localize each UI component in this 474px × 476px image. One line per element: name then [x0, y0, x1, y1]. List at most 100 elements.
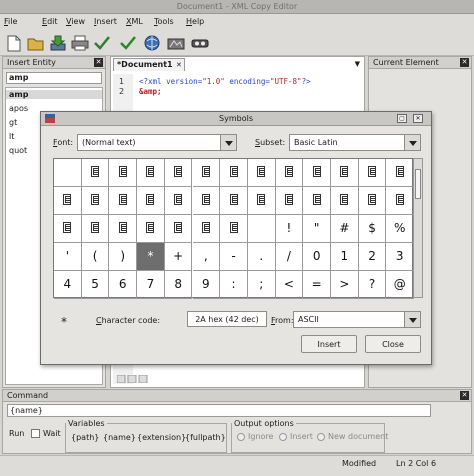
list-item[interactable]: quot — [9, 146, 27, 155]
symbol-cell[interactable]: # — [331, 215, 359, 243]
symbol-cell[interactable] — [358, 159, 387, 187]
symbol-grid-scrollbar[interactable] — [413, 158, 423, 298]
symbol-cell[interactable] — [247, 215, 276, 243]
symbol-cell[interactable]: = — [303, 271, 331, 299]
symbol-cell[interactable] — [331, 187, 359, 215]
symbol-cell[interactable] — [81, 187, 110, 215]
symbol-cell[interactable]: 0 — [303, 243, 331, 271]
close-icon[interactable]: ✕ — [413, 114, 423, 123]
dialog-title-bar[interactable]: Symbols ▢ ✕ — [41, 112, 431, 126]
menu-tools[interactable]: Tools — [154, 17, 174, 26]
symbol-cell[interactable]: " — [303, 215, 331, 243]
symbol-cell[interactable] — [358, 187, 387, 215]
symbol-cell[interactable] — [247, 159, 276, 187]
symbol-cell[interactable] — [109, 215, 138, 243]
symbol-cell[interactable] — [192, 187, 221, 215]
symbol-cell[interactable] — [137, 159, 165, 187]
close-icon[interactable]: ✕ — [94, 58, 103, 67]
symbol-cell[interactable]: * — [137, 243, 165, 271]
xslt-icon[interactable] — [166, 33, 186, 53]
symbol-cell[interactable] — [303, 159, 331, 187]
variable-name-button[interactable]: {name} — [103, 433, 136, 442]
browser-icon[interactable] — [142, 33, 162, 53]
menu-help[interactable]: Help — [186, 17, 204, 26]
chevron-down-icon[interactable] — [220, 134, 237, 151]
symbol-cell[interactable]: . — [247, 243, 276, 271]
symbol-cell[interactable] — [275, 187, 304, 215]
symbol-cell[interactable] — [192, 159, 221, 187]
symbol-cell[interactable] — [386, 159, 415, 187]
close-icon[interactable]: ✕ — [460, 391, 469, 400]
code-line[interactable]: &amp; — [139, 87, 162, 96]
symbol-cell[interactable] — [164, 215, 193, 243]
entity-filter-input[interactable]: amp — [6, 72, 102, 84]
symbol-cell[interactable]: : — [220, 271, 248, 299]
symbol-cell[interactable] — [164, 159, 193, 187]
symbol-cell[interactable]: $ — [358, 215, 387, 243]
open-file-icon[interactable] — [26, 33, 46, 53]
from-select[interactable]: ASCII — [293, 311, 421, 328]
insert-radio[interactable] — [279, 433, 287, 441]
ignore-radio[interactable] — [237, 433, 245, 441]
symbol-cell[interactable] — [220, 159, 248, 187]
new-file-icon[interactable] — [4, 33, 24, 53]
symbol-cell[interactable] — [109, 159, 138, 187]
variable-fullpath-button[interactable]: {fullpath} — [185, 433, 226, 442]
symbol-cell[interactable] — [331, 159, 359, 187]
list-item[interactable]: lt — [9, 132, 14, 141]
menu-view[interactable]: View — [66, 17, 85, 26]
xpath-icon[interactable] — [190, 33, 210, 53]
symbol-cell[interactable] — [275, 159, 304, 187]
menu-edit[interactable]: Edit — [42, 17, 58, 26]
font-select[interactable]: (Normal text) — [77, 134, 237, 151]
symbol-cell[interactable]: / — [275, 243, 304, 271]
symbol-cell[interactable]: ( — [81, 243, 110, 271]
symbol-cell[interactable] — [54, 187, 82, 215]
new-document-radio[interactable] — [317, 433, 325, 441]
symbol-cell[interactable] — [303, 187, 331, 215]
symbol-cell[interactable] — [54, 159, 82, 187]
symbol-cell[interactable]: ! — [275, 215, 304, 243]
symbol-cell[interactable]: 5 — [81, 271, 110, 299]
tab-document1[interactable]: *Document1 ✕ — [113, 58, 185, 71]
print-icon[interactable] — [70, 33, 90, 53]
symbol-cell[interactable] — [81, 159, 110, 187]
symbol-cell[interactable]: ? — [358, 271, 387, 299]
code-line[interactable]: <?xml version="1.0" encoding="UTF-8"?> — [139, 77, 311, 86]
symbol-cell[interactable]: 6 — [109, 271, 138, 299]
symbol-cell[interactable]: > — [331, 271, 359, 299]
run-button[interactable]: Run — [9, 429, 24, 438]
wait-checkbox[interactable] — [31, 429, 40, 438]
menu-xml[interactable]: XML — [126, 17, 143, 26]
maximize-icon[interactable]: ▢ — [397, 114, 407, 123]
symbol-cell[interactable]: ) — [109, 243, 138, 271]
close-button[interactable]: Close — [365, 335, 421, 353]
symbol-cell[interactable]: 7 — [137, 271, 165, 299]
chevron-down-icon[interactable] — [404, 311, 421, 328]
symbol-cell[interactable]: 2 — [358, 243, 387, 271]
symbol-cell[interactable] — [137, 215, 165, 243]
subset-select[interactable]: Basic Latin — [289, 134, 421, 151]
symbol-cell[interactable] — [247, 187, 276, 215]
close-icon[interactable]: ✕ — [460, 58, 469, 67]
symbol-cell[interactable] — [164, 187, 193, 215]
menu-insert[interactable]: Insert — [94, 17, 117, 26]
list-item[interactable]: amp — [6, 90, 102, 99]
chevron-down-icon[interactable] — [404, 134, 421, 151]
menu-file[interactable]: File — [4, 17, 17, 26]
validate-icon[interactable] — [118, 33, 138, 53]
symbol-cell[interactable]: 1 — [331, 243, 359, 271]
symbol-cell[interactable] — [220, 215, 248, 243]
horizontal-scrollbar[interactable] — [116, 374, 217, 384]
symbol-cell[interactable]: + — [164, 243, 193, 271]
symbol-cell[interactable]: @ — [386, 271, 415, 299]
symbol-cell[interactable]: 3 — [386, 243, 415, 271]
symbol-grid[interactable]: ! " # $% '() * +, -./0 1 2 3 4 5 6 7 8 9:; < = >? @ — [53, 158, 415, 299]
symbol-cell[interactable]: ; — [247, 271, 276, 299]
list-item[interactable]: gt — [9, 118, 17, 127]
symbol-cell[interactable] — [54, 215, 82, 243]
symbol-cell[interactable]: - — [220, 243, 248, 271]
scrollbar-thumb[interactable] — [415, 169, 421, 199]
close-icon[interactable]: ✕ — [176, 61, 182, 69]
symbol-cell[interactable]: , — [192, 243, 221, 271]
